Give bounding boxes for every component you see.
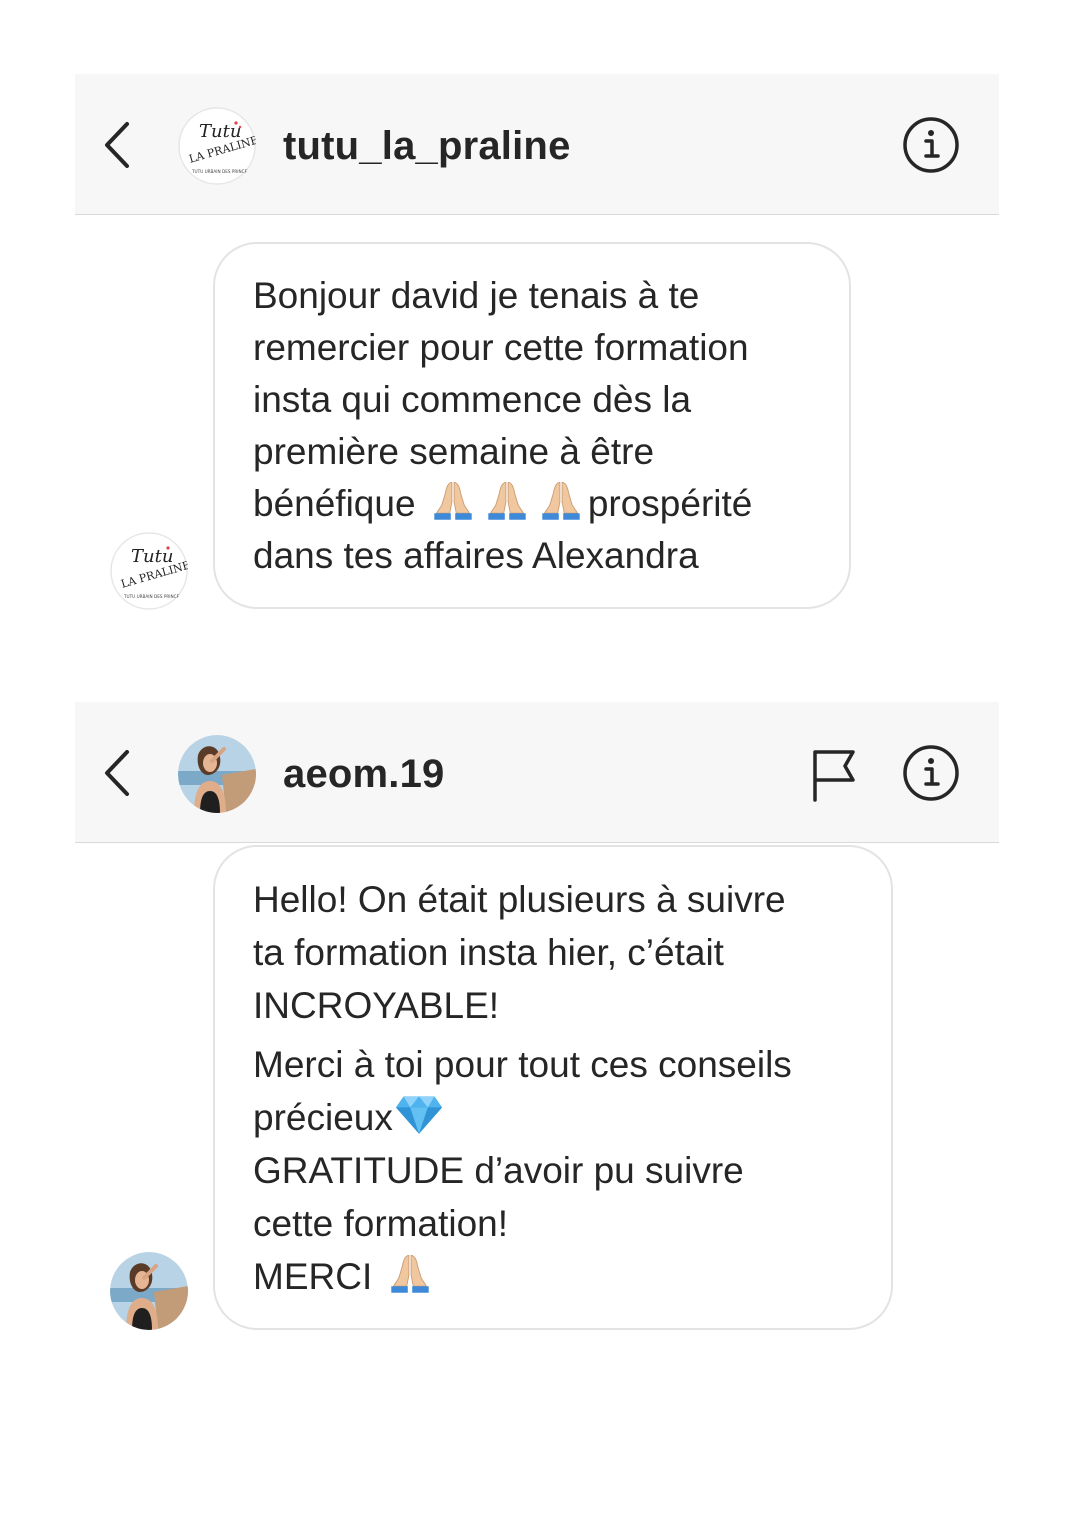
brand-logo-avatar: Tutu LA PRALINE TUTU URBAIN DES PRINCES <box>178 107 256 185</box>
message-bubble[interactable]: Bonjour david je tenais à te remercier p… <box>213 242 851 609</box>
logo-text-subtitle: TUTU URBAIN DES PRINCES <box>123 594 182 599</box>
logo-text-subtitle: TUTU URBAIN DES PRINCES <box>191 169 250 174</box>
avatar[interactable] <box>178 735 256 813</box>
gem-emoji <box>395 1096 442 1134</box>
sender-avatar[interactable]: Tutu LA PRALINE TUTU URBAIN DES PRINCES <box>110 532 188 610</box>
message-line: insta qui commence dès la <box>253 379 692 420</box>
message-line: remercier pour cette formation <box>253 327 749 368</box>
flag-icon[interactable] <box>809 746 861 802</box>
message-text: bénéfique <box>253 483 416 524</box>
message-line: Bonjour david je tenais à te <box>253 275 700 316</box>
message-line: cette formation! <box>253 1203 509 1244</box>
message-text: précieux <box>253 1097 393 1138</box>
message-text: MERCI <box>253 1256 373 1297</box>
avatar[interactable]: Tutu LA PRALINE TUTU URBAIN DES PRINCES <box>178 107 256 185</box>
message-line: première semaine à être <box>253 431 655 472</box>
message-line: bénéfique prospérité <box>253 478 813 530</box>
back-chevron-icon[interactable] <box>97 118 141 172</box>
message-text: prospérité <box>587 483 753 524</box>
praying-hands-emoji <box>433 481 473 521</box>
username[interactable]: tutu_la_praline <box>283 122 571 170</box>
message-line: GRATITUDE d’avoir pu suivre <box>253 1150 744 1191</box>
conversation-header: aeom.19 <box>75 702 999 843</box>
message-line: Hello! On était plusieurs à suivre <box>253 879 786 920</box>
info-icon[interactable] <box>901 115 961 175</box>
conversation-header: Tutu LA PRALINE TUTU URBAIN DES PRINCES … <box>75 74 999 215</box>
sender-avatar[interactable] <box>110 1252 188 1330</box>
message-line: MERCI <box>253 1250 855 1303</box>
message-line: ta formation insta hier, c’était <box>253 932 724 973</box>
username[interactable]: aeom.19 <box>283 750 445 798</box>
message-bubble[interactable]: Hello! On était plusieurs à suivre ta fo… <box>213 845 893 1330</box>
back-chevron-icon[interactable] <box>97 746 141 800</box>
profile-photo <box>178 735 256 813</box>
brand-logo-avatar: Tutu LA PRALINE TUTU URBAIN DES PRINCES <box>110 532 188 610</box>
info-icon[interactable] <box>901 743 961 803</box>
praying-hands-emoji <box>487 481 527 521</box>
message-line: dans tes affaires Alexandra <box>253 535 699 576</box>
praying-hands-emoji <box>390 1254 429 1294</box>
message-line: Merci à toi pour tout ces conseils <box>253 1044 792 1085</box>
message-line: précieux <box>253 1091 855 1144</box>
profile-photo <box>110 1252 188 1330</box>
message-line: INCROYABLE! <box>253 985 500 1026</box>
praying-hands-emoji <box>541 481 581 521</box>
